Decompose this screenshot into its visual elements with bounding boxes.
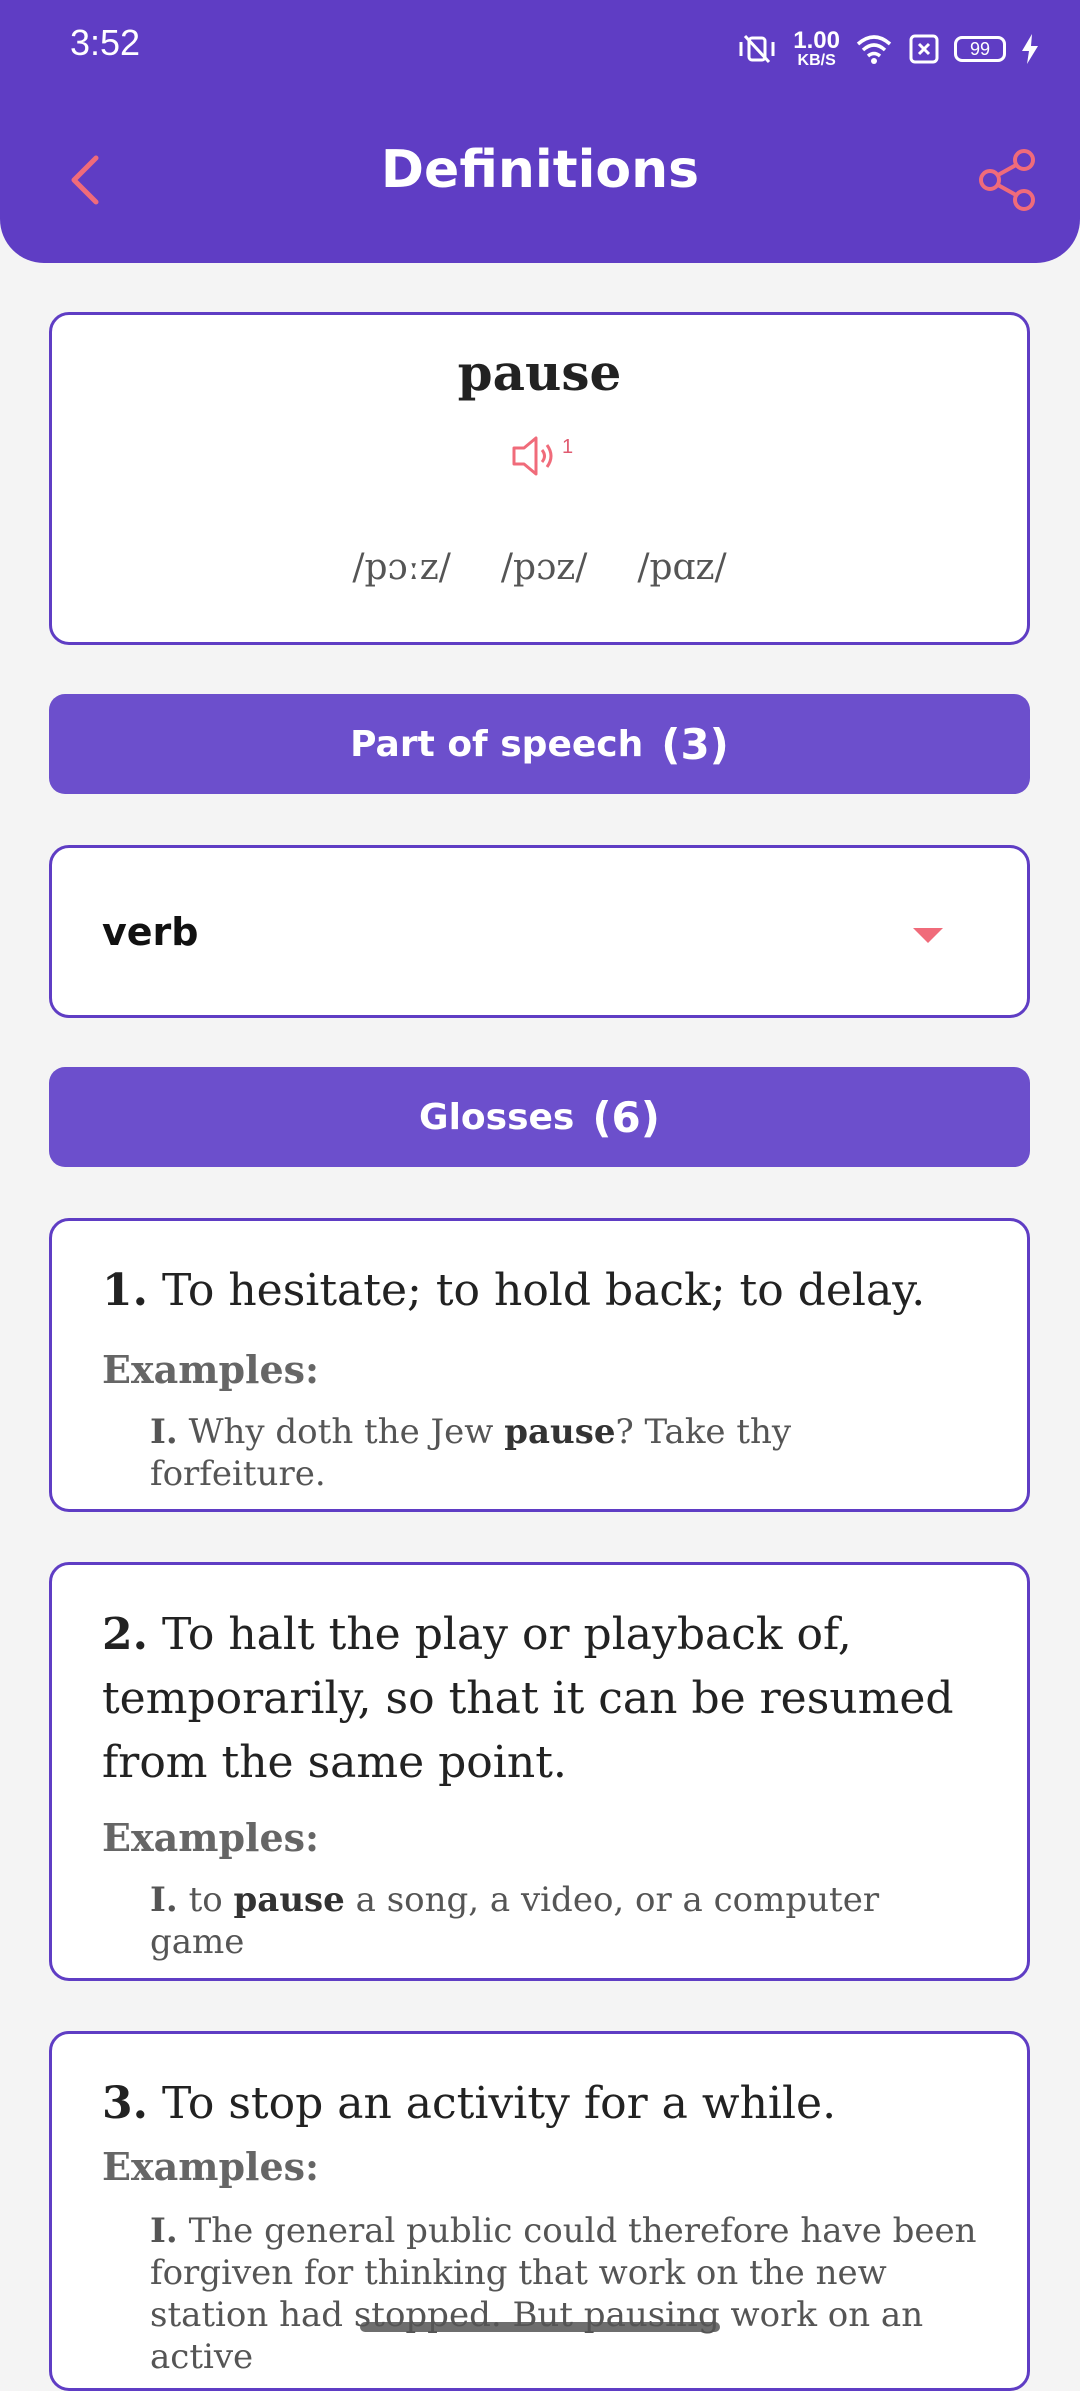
part-of-speech-count: (3) xyxy=(661,719,729,769)
part-of-speech-header: Part of speech (3) xyxy=(49,694,1030,794)
gloss-definition: 2. To halt the play or playback of, temp… xyxy=(102,1603,977,1795)
example-keyword: pause xyxy=(504,1412,616,1452)
status-bar: 3:52 1.00 KB/S 99 xyxy=(0,0,1080,95)
example-sentence: I. Why doth the Jew pause? Take thy forf… xyxy=(150,1411,977,1495)
audio-count: 1 xyxy=(562,436,574,458)
gloss-text: To stop an activity for a while. xyxy=(161,2078,837,2129)
headword: pause xyxy=(457,343,622,402)
speaker-icon[interactable] xyxy=(510,432,562,480)
example-text-before: to xyxy=(188,1880,234,1920)
gloss-card: 2. To halt the play or playback of, temp… xyxy=(49,1562,1030,1981)
example-sentence: I. The general public could therefore ha… xyxy=(150,2210,977,2378)
dropdown-selected-value: verb xyxy=(102,910,199,954)
glosses-label: Glosses xyxy=(419,1096,575,1138)
gloss-number: 1. xyxy=(102,1265,148,1316)
home-indicator[interactable] xyxy=(360,2322,720,2332)
battery-icon: 99 xyxy=(954,36,1006,62)
part-of-speech-dropdown[interactable]: verb xyxy=(49,845,1030,1018)
example-index: I. xyxy=(150,1412,178,1452)
examples-label: Examples: xyxy=(102,2144,320,2189)
gloss-number: 2. xyxy=(102,1609,148,1660)
glosses-header: Glosses (6) xyxy=(49,1067,1030,1167)
gloss-text: To halt the play or playback of, tempora… xyxy=(102,1609,954,1788)
example-sentence: I. to pause a song, a video, or a comput… xyxy=(150,1879,977,1963)
gloss-number: 3. xyxy=(102,2078,148,2129)
app-header: 3:52 1.00 KB/S 99 Definitions xyxy=(0,0,1080,263)
pronunciation-item: /pɔːz/ xyxy=(352,547,451,588)
charging-icon xyxy=(1022,34,1038,64)
close-box-icon xyxy=(909,34,939,64)
vibrate-icon xyxy=(739,34,775,64)
pronunciation-item: /pɑz/ xyxy=(637,547,727,588)
pronunciation-list: /pɔːz/ /pɔz/ /pɑz/ xyxy=(52,547,1027,588)
network-speed-unit: KB/S xyxy=(797,52,836,69)
caret-down-icon xyxy=(913,928,943,943)
page-title: Definitions xyxy=(380,140,700,200)
share-button[interactable] xyxy=(976,148,1040,212)
status-time: 3:52 xyxy=(70,22,141,63)
examples-label: Examples: xyxy=(102,1347,320,1392)
share-icon xyxy=(979,149,1035,211)
example-index: I. xyxy=(150,1880,178,1920)
example-text-before: The general public could therefore have … xyxy=(150,2211,977,2377)
glosses-count: (6) xyxy=(592,1092,660,1142)
status-icons: 1.00 KB/S 99 xyxy=(735,26,1040,72)
gloss-card: 1. To hesitate; to hold back; to delay. … xyxy=(49,1218,1030,1512)
network-speed: 1.00 KB/S xyxy=(793,29,840,69)
gloss-card: 3. To stop an activity for a while. Exam… xyxy=(49,2031,1030,2391)
example-keyword: pause xyxy=(233,1880,345,1920)
gloss-definition: 1. To hesitate; to hold back; to delay. xyxy=(102,1259,977,1323)
example-text-before: Why doth the Jew xyxy=(188,1412,505,1452)
network-speed-value: 1.00 xyxy=(793,27,840,54)
gloss-definition: 3. To stop an activity for a while. xyxy=(102,2072,977,2136)
pronunciation-item: /pɔz/ xyxy=(500,547,588,588)
examples-label: Examples: xyxy=(102,1815,320,1860)
wifi-icon xyxy=(856,35,892,64)
gloss-text: To hesitate; to hold back; to delay. xyxy=(161,1265,926,1316)
example-index: I. xyxy=(150,2211,178,2251)
part-of-speech-label: Part of speech xyxy=(350,723,644,765)
